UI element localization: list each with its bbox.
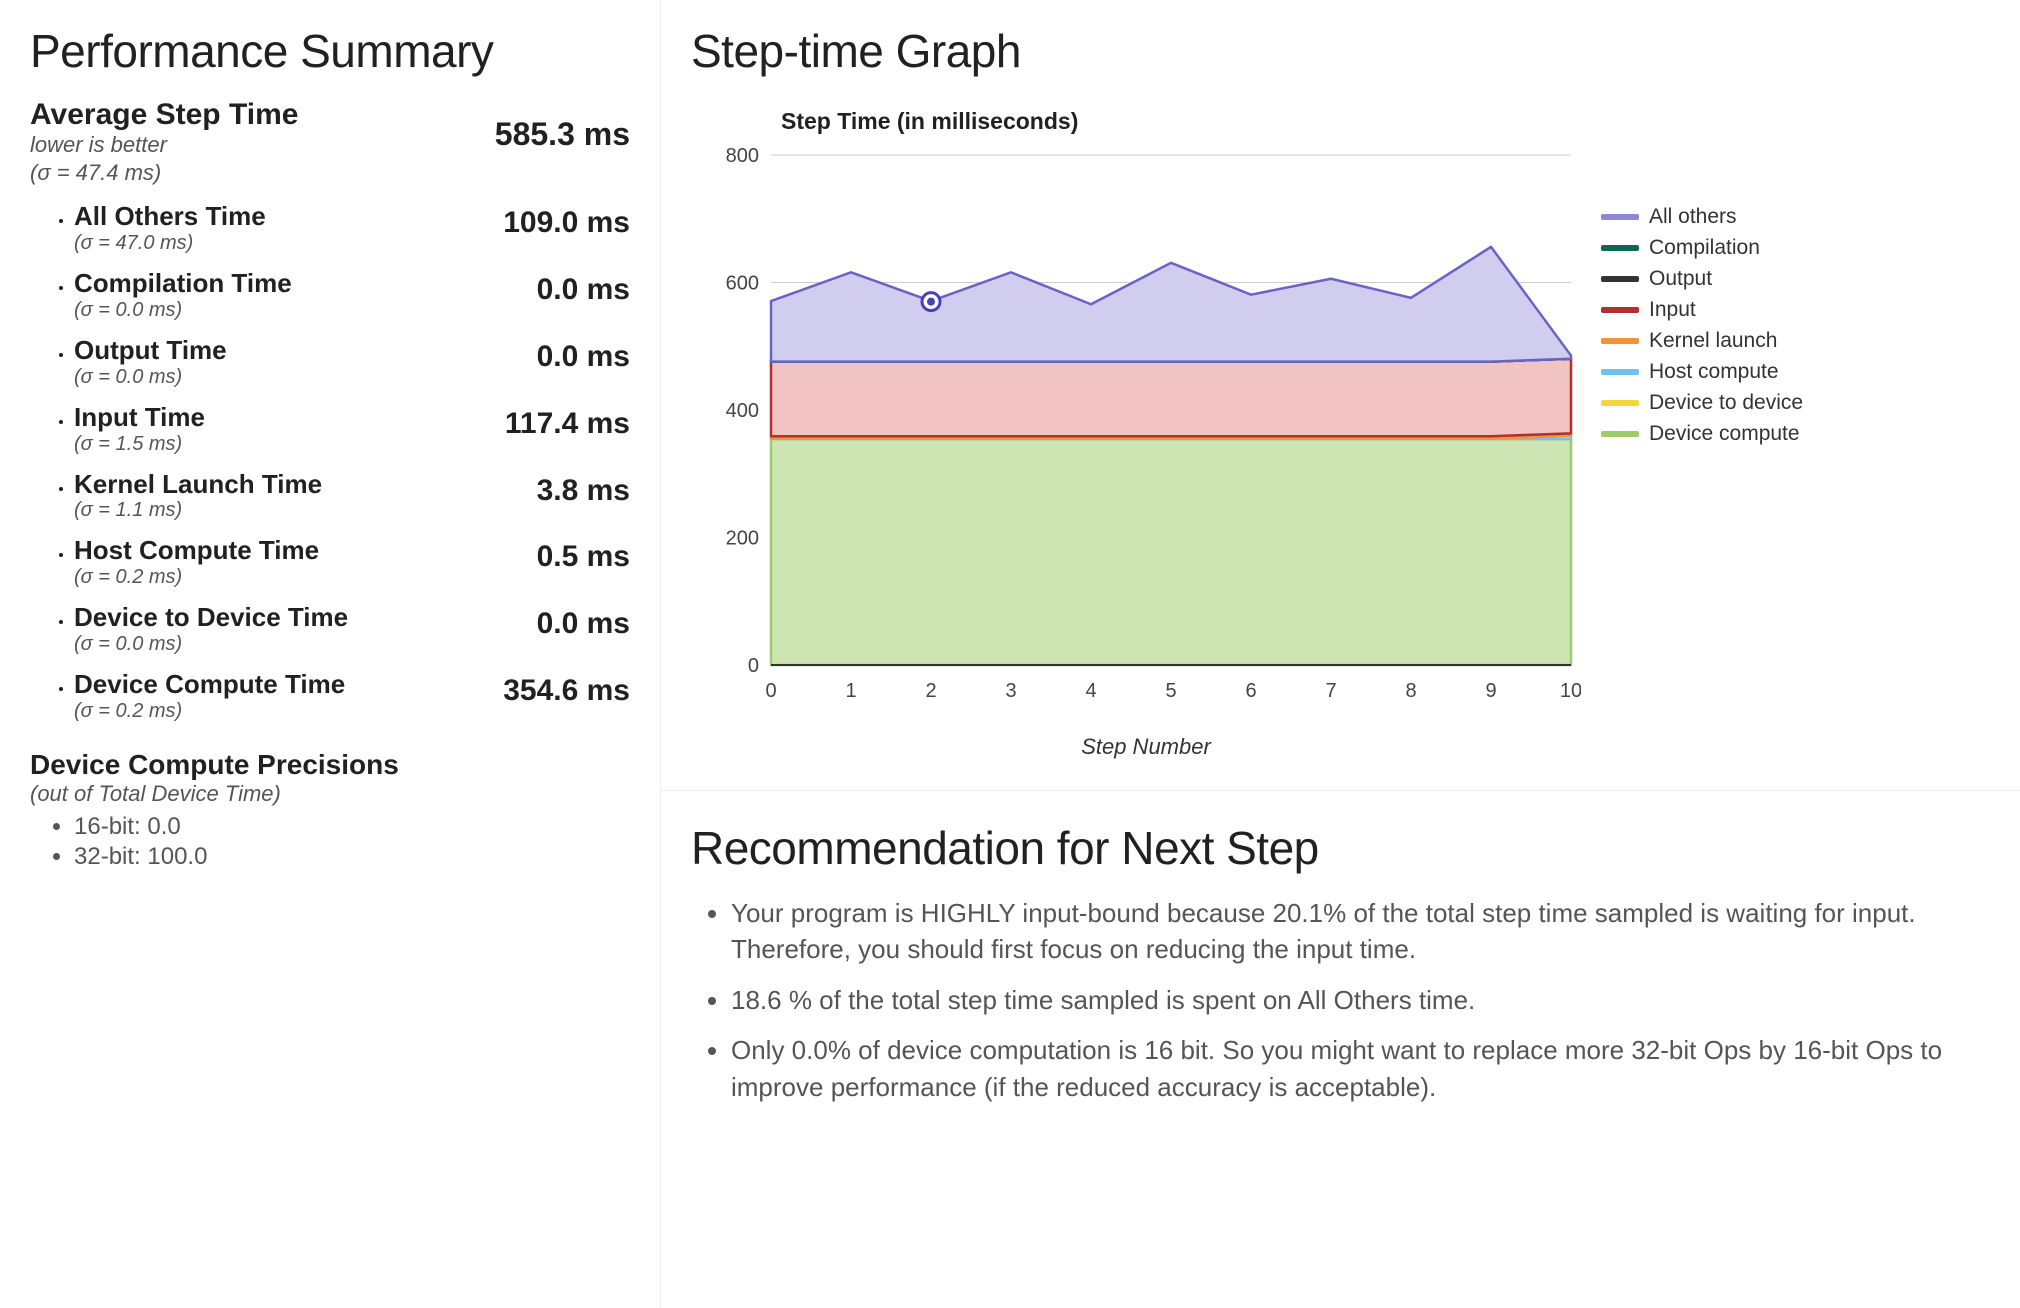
metric-sigma: (σ = 0.0 ms) <box>74 633 348 656</box>
svg-text:0: 0 <box>748 655 759 677</box>
recommendation-item: Your program is HIGHLY input-bound becau… <box>731 895 1990 968</box>
avg-step-time-sub1: lower is better <box>30 131 298 159</box>
metric-sigma: (σ = 1.5 ms) <box>74 433 205 456</box>
metrics-list: All Others Time(σ = 47.0 ms) 109.0 ms Com… <box>30 202 630 723</box>
legend-label: Host compute <box>1649 360 1779 384</box>
legend-label: Device compute <box>1649 422 1800 446</box>
legend-item[interactable]: Device to device <box>1601 391 1803 415</box>
chart-xlabel: Step Number <box>711 734 1581 760</box>
precision-item: 16-bit: 0.0 <box>74 813 630 841</box>
precisions-sub: (out of Total Device Time) <box>30 781 630 807</box>
performance-summary-panel: Performance Summary Average Step Time lo… <box>0 0 660 1308</box>
metric-value: 354.6 ms <box>503 670 630 708</box>
step-time-graph-panel: Step-time Graph Step Time (in millisecon… <box>661 0 2020 791</box>
svg-text:400: 400 <box>726 400 759 422</box>
metric-sigma: (σ = 0.2 ms) <box>74 566 319 589</box>
metric-sigma: (σ = 0.0 ms) <box>74 299 292 322</box>
legend-label: Compilation <box>1649 236 1760 260</box>
svg-text:3: 3 <box>1005 680 1016 702</box>
graph-title: Step-time Graph <box>691 24 1990 78</box>
svg-text:10: 10 <box>1560 680 1581 702</box>
summary-title: Performance Summary <box>30 24 630 78</box>
chart-legend: All others Compilation Output Input Kernel l… <box>1601 205 1803 453</box>
svg-text:200: 200 <box>726 528 759 550</box>
svg-text:6: 6 <box>1245 680 1256 702</box>
legend-item[interactable]: Input <box>1601 298 1803 322</box>
svg-text:600: 600 <box>726 273 759 295</box>
metric-label: Compilation Time <box>74 269 292 299</box>
precisions-title: Device Compute Precisions <box>30 749 630 781</box>
svg-text:5: 5 <box>1165 680 1176 702</box>
metric-label: Input Time <box>74 403 205 433</box>
metric-value: 3.8 ms <box>537 470 630 508</box>
metric-sigma: (σ = 47.0 ms) <box>74 232 266 255</box>
legend-label: Device to device <box>1649 391 1803 415</box>
metric-row: Device Compute Time(σ = 0.2 ms) 354.6 ms <box>74 670 630 723</box>
recommendation-title: Recommendation for Next Step <box>691 821 1990 875</box>
legend-item[interactable]: Compilation <box>1601 236 1803 260</box>
metric-row: Host Compute Time(σ = 0.2 ms) 0.5 ms <box>74 536 630 589</box>
svg-text:0: 0 <box>765 680 776 702</box>
metric-value: 0.0 ms <box>537 336 630 374</box>
metric-row: All Others Time(σ = 47.0 ms) 109.0 ms <box>74 202 630 255</box>
metric-value: 109.0 ms <box>503 202 630 240</box>
metric-label: Device to Device Time <box>74 603 348 633</box>
legend-item[interactable]: All others <box>1601 205 1803 229</box>
step-time-chart[interactable]: 0 200 400 600 800 0 1 2 3 4 5 6 7 8 9 10 <box>691 145 1581 715</box>
legend-item[interactable]: Output <box>1601 267 1803 291</box>
metric-value: 0.5 ms <box>537 536 630 574</box>
recommendation-panel: Recommendation for Next Step Your progra… <box>661 791 2020 1143</box>
metric-row: Output Time(σ = 0.0 ms) 0.0 ms <box>74 336 630 389</box>
legend-swatch <box>1601 307 1639 313</box>
svg-text:8: 8 <box>1405 680 1416 702</box>
svg-text:4: 4 <box>1085 680 1096 702</box>
svg-text:7: 7 <box>1325 680 1336 702</box>
legend-label: All others <box>1649 205 1737 229</box>
legend-swatch <box>1601 431 1639 437</box>
metric-label: Output Time <box>74 336 227 366</box>
svg-text:9: 9 <box>1485 680 1496 702</box>
metric-value: 0.0 ms <box>537 269 630 307</box>
legend-label: Output <box>1649 267 1712 291</box>
metric-row: Kernel Launch Time(σ = 1.1 ms) 3.8 ms <box>74 470 630 523</box>
metric-sigma: (σ = 1.1 ms) <box>74 499 322 522</box>
legend-swatch <box>1601 400 1639 406</box>
avg-step-time-value: 585.3 ms <box>495 98 630 153</box>
legend-item[interactable]: Device compute <box>1601 422 1803 446</box>
avg-step-time-label: Average Step Time <box>30 98 298 131</box>
avg-step-time-sub2: (σ = 47.4 ms) <box>30 159 298 187</box>
legend-swatch <box>1601 338 1639 344</box>
recommendation-list: Your program is HIGHLY input-bound becau… <box>691 895 1990 1105</box>
recommendation-item: Only 0.0% of device computation is 16 bi… <box>731 1032 1990 1105</box>
metric-row: Input Time(σ = 1.5 ms) 117.4 ms <box>74 403 630 456</box>
metric-row: Compilation Time(σ = 0.0 ms) 0.0 ms <box>74 269 630 322</box>
svg-text:800: 800 <box>726 145 759 167</box>
svg-text:2: 2 <box>925 680 936 702</box>
metric-label: All Others Time <box>74 202 266 232</box>
legend-label: Kernel launch <box>1649 329 1777 353</box>
metric-sigma: (σ = 0.0 ms) <box>74 366 227 389</box>
metric-row: Device to Device Time(σ = 0.0 ms) 0.0 ms <box>74 603 630 656</box>
precision-item: 32-bit: 100.0 <box>74 843 630 871</box>
metric-label: Kernel Launch Time <box>74 470 322 500</box>
legend-swatch <box>1601 245 1639 251</box>
legend-swatch <box>1601 276 1639 282</box>
metric-label: Host Compute Time <box>74 536 319 566</box>
legend-swatch <box>1601 369 1639 375</box>
legend-item[interactable]: Host compute <box>1601 360 1803 384</box>
chart-title: Step Time (in milliseconds) <box>781 108 1990 135</box>
metric-sigma: (σ = 0.2 ms) <box>74 700 345 723</box>
metric-value: 117.4 ms <box>505 403 630 441</box>
svg-text:1: 1 <box>845 680 856 702</box>
avg-step-time-row: Average Step Time lower is better (σ = 4… <box>30 98 630 186</box>
precisions-list: 16-bit: 0.0 32-bit: 100.0 <box>30 813 630 871</box>
metric-value: 0.0 ms <box>537 603 630 641</box>
legend-item[interactable]: Kernel launch <box>1601 329 1803 353</box>
legend-label: Input <box>1649 298 1696 322</box>
metric-label: Device Compute Time <box>74 670 345 700</box>
legend-swatch <box>1601 214 1639 220</box>
recommendation-item: 18.6 % of the total step time sampled is… <box>731 982 1990 1018</box>
